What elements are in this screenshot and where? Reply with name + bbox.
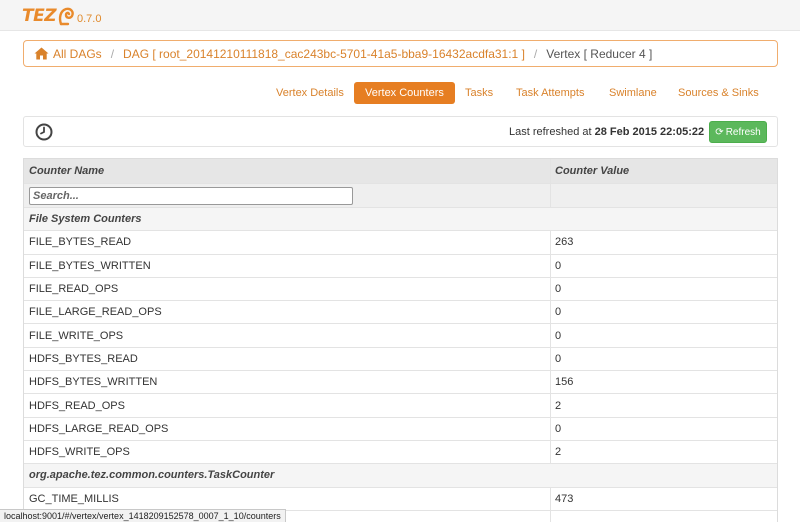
- tab-vertex-details[interactable]: Vertex Details: [276, 82, 344, 104]
- column-header-counter-name[interactable]: Counter Name: [24, 159, 551, 183]
- counter-name: FILE_READ_OPS: [24, 277, 551, 301]
- counter-name: HDFS_READ_OPS: [24, 394, 551, 417]
- empty-cell: [551, 464, 777, 486]
- last-refreshed-text: Last refreshed at 28 Feb 2015 22:05:22: [509, 126, 704, 138]
- breadcrumb-separator: /: [533, 46, 538, 61]
- search-row: [24, 184, 777, 208]
- table-row: FILE_LARGE_READ_OPS 0: [24, 301, 777, 325]
- table-row: GC_TIME_MILLIS 473: [24, 487, 777, 511]
- counter-value: 0: [555, 422, 562, 435]
- status-bar-url: localhost:9001/#/vertex/vertex_141820915…: [0, 509, 286, 522]
- counter-name: FILE_BYTES_READ: [24, 231, 551, 254]
- search-input[interactable]: [29, 186, 353, 205]
- tab-swimlane[interactable]: Swimlane: [609, 82, 657, 104]
- app-version: 0.7.0: [77, 13, 102, 25]
- counter-value: 2: [555, 446, 562, 459]
- home-icon[interactable]: [34, 47, 49, 60]
- breadcrumb-separator: /: [110, 46, 115, 61]
- counter-value: [551, 511, 777, 522]
- breadcrumb-all-dags[interactable]: All DAGs: [53, 47, 102, 61]
- table-row: HDFS_WRITE_OPS 2: [24, 440, 777, 465]
- counter-name: HDFS_LARGE_READ_OPS: [24, 417, 551, 440]
- vertex-tabs: Vertex Details Vertex Counters Tasks Tas…: [0, 82, 800, 104]
- counter-value: 0: [555, 306, 562, 319]
- counter-value: 473: [555, 492, 574, 505]
- counter-value: 0: [555, 329, 562, 342]
- group-name: File System Counters: [29, 213, 142, 226]
- last-refreshed-timestamp: 28 Feb 2015 22:05:22: [594, 126, 705, 138]
- table-header: Counter Name Counter Value: [24, 159, 777, 184]
- refresh-icon: ⟳: [715, 126, 724, 138]
- table-row: HDFS_BYTES_READ 0: [24, 347, 777, 372]
- counter-name: GC_TIME_MILLIS: [24, 487, 551, 510]
- counter-name: FILE_WRITE_OPS: [24, 324, 551, 347]
- breadcrumb-current-vertex: Vertex [ Reducer 4 ]: [546, 46, 653, 61]
- refresh-button-label: Refresh: [725, 126, 761, 138]
- counter-name: FILE_BYTES_WRITTEN: [24, 254, 551, 277]
- tez-logo-icon: [58, 7, 74, 26]
- top-navbar: TEZ 0.7.0: [0, 0, 800, 31]
- tab-tasks[interactable]: Tasks: [465, 82, 493, 104]
- counter-value: 0: [555, 259, 562, 272]
- counter-name: FILE_LARGE_READ_OPS: [24, 301, 551, 324]
- group-name: org.apache.tez.common.counters.TaskCount…: [29, 469, 275, 482]
- tab-task-attempts[interactable]: Task Attempts: [516, 82, 584, 104]
- table-row: HDFS_BYTES_WRITTEN 156: [24, 371, 777, 395]
- tez-logo[interactable]: TEZ: [22, 4, 75, 26]
- logo-text: TEZ: [22, 6, 57, 26]
- group-row: org.apache.tez.common.counters.TaskCount…: [24, 464, 777, 488]
- breadcrumb: All DAGs / DAG [ root_20141210111818_cac…: [23, 40, 778, 67]
- counter-value: 2: [555, 399, 562, 412]
- counter-value: 0: [555, 283, 562, 296]
- counter-value: 0: [555, 352, 562, 365]
- last-refreshed-label: Last refreshed at: [509, 126, 592, 138]
- refresh-button[interactable]: ⟳ Refresh: [709, 121, 767, 143]
- table-row: FILE_READ_OPS 0: [24, 277, 777, 302]
- table-row: FILE_BYTES_WRITTEN 0: [24, 254, 777, 278]
- empty-cell: [551, 208, 777, 230]
- counters-table: Counter Name Counter Value File System C…: [23, 158, 778, 522]
- table-row: HDFS_LARGE_READ_OPS 0: [24, 417, 777, 441]
- empty-cell: [551, 184, 777, 207]
- refresh-panel: Last refreshed at 28 Feb 2015 22:05:22 ⟳…: [23, 116, 778, 147]
- counter-name: HDFS_BYTES_WRITTEN: [24, 371, 551, 394]
- tab-vertex-counters[interactable]: Vertex Counters: [354, 82, 455, 104]
- counter-name: HDFS_WRITE_OPS: [24, 440, 551, 464]
- breadcrumb-dag[interactable]: DAG [ root_20141210111818_cac243bc-5701-…: [123, 47, 525, 61]
- counter-value: 263: [555, 236, 574, 249]
- counter-name: HDFS_BYTES_READ: [24, 347, 551, 371]
- table-row: FILE_WRITE_OPS 0: [24, 324, 777, 348]
- table-row: FILE_BYTES_READ 263: [24, 231, 777, 255]
- counter-value: 156: [555, 376, 574, 389]
- column-header-counter-value[interactable]: Counter Value: [551, 159, 777, 183]
- table-row: HDFS_READ_OPS 2: [24, 394, 777, 418]
- tab-sources-sinks[interactable]: Sources & Sinks: [678, 82, 759, 104]
- search-cell: [24, 184, 551, 207]
- group-row: File System Counters: [24, 208, 777, 232]
- clock-icon: [35, 123, 53, 141]
